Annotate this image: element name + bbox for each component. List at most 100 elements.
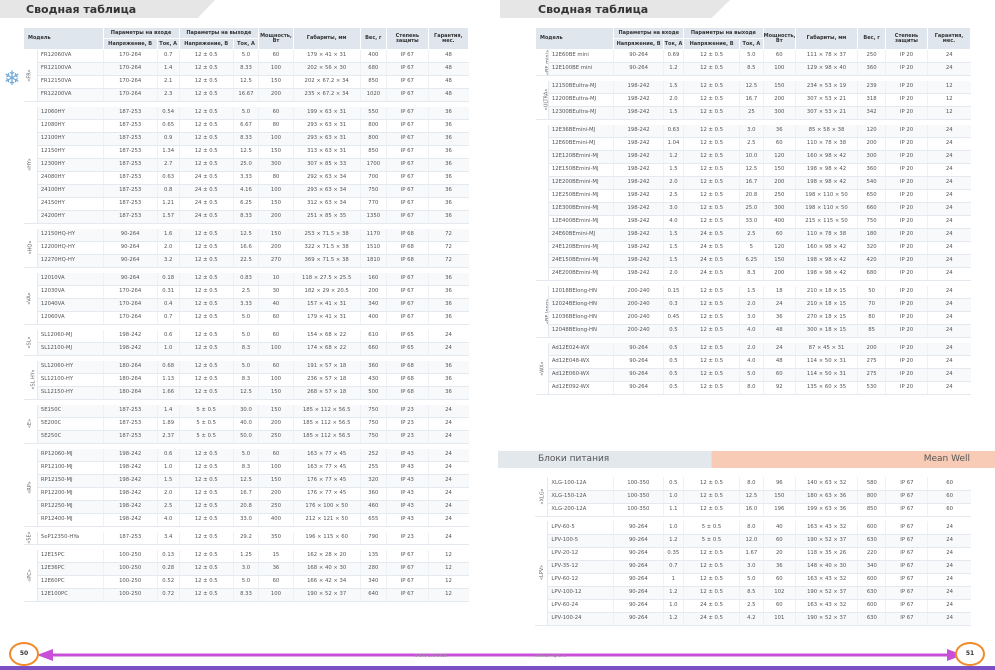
table-cell: 12.5 (739, 80, 764, 94)
table-row: «SL HY» SL12060-HY 180-264 0.68 12 ± 0.5 5.0 6… (23, 360, 469, 400)
table-cell: IP 23 (386, 430, 429, 444)
table-cell: 24 (427, 531, 469, 545)
table-cell: 199 × 63 × 31 (292, 106, 361, 120)
table-cell: 180-264 (102, 373, 158, 387)
table-cell: 114 × 50 × 31 (794, 355, 858, 369)
table-cell: 3.33 (232, 298, 259, 312)
table-cell: IP 67 (386, 62, 429, 76)
table-cell: 170-264 (102, 285, 158, 299)
table-cell: 163 × 43 × 32 (794, 521, 858, 535)
table-cell: 190 × 52 × 37 (794, 612, 858, 626)
table-cell: 0.7 (156, 311, 180, 325)
table-cell: 12 ± 0.5 (178, 254, 234, 268)
table-cell: 200-240 (613, 311, 664, 325)
table-cell: 12 ± 0.5 (178, 106, 234, 120)
website-link[interactable]: www.sv-light.ru (535, 653, 566, 658)
table-cell: IP 67 (885, 534, 928, 548)
table-cell: 0.6 (156, 448, 180, 462)
table-cell: 72 (427, 228, 469, 242)
table-cell: 24 (762, 342, 796, 356)
table-row: «FR» FR12060VA 170-264 0.7 12 ± 0.5 5.0 60 179 … (23, 49, 469, 102)
model-cell: 12036BElong-HN (548, 311, 614, 325)
table-cell: 0.52 (156, 575, 180, 589)
table-cell: 12.5 (232, 145, 259, 159)
table-cell: 198-242 (102, 448, 158, 462)
table-cell: 850 (359, 145, 387, 159)
table-row: FR12200VA 170-264 2.3 12 ± 0.5 16.67 200 235 ×… (24, 88, 469, 102)
table-cell: IP 20 (885, 324, 928, 338)
table-cell: 2.0 (662, 176, 684, 190)
table-cell: 180-264 (102, 386, 158, 400)
model-cell: FR12100VA (37, 62, 104, 76)
table-cell: 12 (926, 80, 971, 94)
table-cell: 198-242 (613, 150, 664, 164)
col-input: Параметры на входе (613, 27, 685, 39)
table-row: FR12150VA 170-264 2.1 12 ± 0.5 12.5 150 202 × … (24, 75, 469, 89)
table-cell: 300 (258, 158, 294, 172)
table-cell: 1.2 (662, 586, 684, 600)
table-cell: 60 (927, 503, 971, 517)
table-cell: 8.5 (739, 586, 764, 600)
group-label: «HY» (23, 106, 38, 224)
table-cell: 198-242 (102, 329, 158, 343)
table-cell: 25 (739, 106, 764, 120)
model-cell: 12E100PC (37, 588, 104, 602)
table-row: 12048BElong-HN 200-240 0.5 12 ± 0.5 4.0 48 300… (536, 324, 971, 338)
table-cell: IP 20 (885, 298, 928, 312)
table-cell: 100-350 (613, 490, 664, 504)
table-cell: 850 (359, 75, 387, 89)
table-cell: 163 × 43 × 32 (794, 573, 858, 587)
table-cell: 40.0 (232, 417, 259, 431)
page-title: Сводная таблица (0, 0, 215, 18)
col-in-voltage: Напряжение, В (613, 38, 664, 50)
table-cell: 187-253 (102, 417, 158, 431)
table-cell: IP 68 (386, 241, 429, 255)
col-out-voltage: Напряжение, В (683, 38, 741, 50)
group-label-text: «WX» (539, 360, 546, 376)
col-model: Модель (23, 27, 104, 50)
model-cell: 24E200BEmini-MJ (548, 267, 614, 281)
table-row: LPV-60-12 90-264 1 12 ± 0.5 5.0 60 163 × 43 × … (535, 573, 971, 587)
col-protection: Степень защиты (885, 27, 928, 50)
table-cell: 187-253 (102, 197, 158, 211)
table-cell: 36 (258, 562, 294, 576)
table-cell: 12 ± 0.5 (683, 124, 740, 138)
table-cell: 24 (926, 267, 971, 281)
table-cell: IP 67 (386, 119, 429, 133)
table-row: 12E60PC 100-250 0.52 12 ± 0.5 5.0 60 166 × 42 … (24, 575, 469, 589)
model-cell: 12200BEultra-MJ (548, 93, 614, 107)
table-cell: 0.5 (662, 368, 684, 382)
table-row: LPV-100-12 90-264 1.2 12 ± 0.5 8.5 102 190 × 5… (535, 586, 971, 600)
table-cell: 280 (359, 562, 387, 576)
table-row: SL12100-MJ 198-242 1.0 12 ± 0.5 8.3 100 174 × … (24, 342, 469, 356)
group-label: «E» (23, 404, 38, 444)
table-cell: 340 (359, 298, 387, 312)
table-row: 12E100BE mini 90-264 1.2 12 ± 0.5 8.5 100 129 … (536, 62, 971, 76)
table-cell: 100 (258, 461, 294, 475)
col-in-current: Ток, А (156, 38, 180, 50)
table-cell: 24 (427, 430, 469, 444)
table-cell: 360 (359, 360, 387, 374)
table-cell: 342 (857, 106, 886, 120)
table-cell: IP 67 (386, 158, 429, 172)
table-cell: 12 ± 0.5 (683, 189, 740, 203)
page-number-left[interactable]: 50 (9, 642, 39, 666)
table-cell: 36 (427, 373, 469, 387)
table-row: «BE long» 12018BElong-HN 200-240 0.15 12 ± 0… (535, 285, 971, 338)
table-cell: 170-264 (102, 88, 158, 102)
table-row: 12270HQ-HY 90-264 3.2 12 ± 0.5 22.5 270 369 × … (24, 254, 469, 268)
table-cell: IP 67 (386, 197, 429, 211)
table-cell: 187-253 (102, 171, 158, 185)
table-cell: 60 (927, 477, 971, 491)
table-cell: 1.21 (156, 197, 180, 211)
table-cell: 200 (762, 93, 796, 107)
table-cell: 24 (926, 215, 971, 229)
table-cell: 24 ± 0.5 (683, 241, 740, 255)
table-cell: 90-264 (102, 254, 158, 268)
page-number-right[interactable]: 51 (955, 642, 985, 666)
table-cell: 12 ± 0.5 (683, 80, 740, 94)
table-cell: 0.15 (662, 285, 684, 299)
table-cell: 30 (258, 285, 294, 299)
table-cell: 48 (762, 355, 796, 369)
model-cell: 12E400BEmini-MJ (548, 215, 614, 229)
